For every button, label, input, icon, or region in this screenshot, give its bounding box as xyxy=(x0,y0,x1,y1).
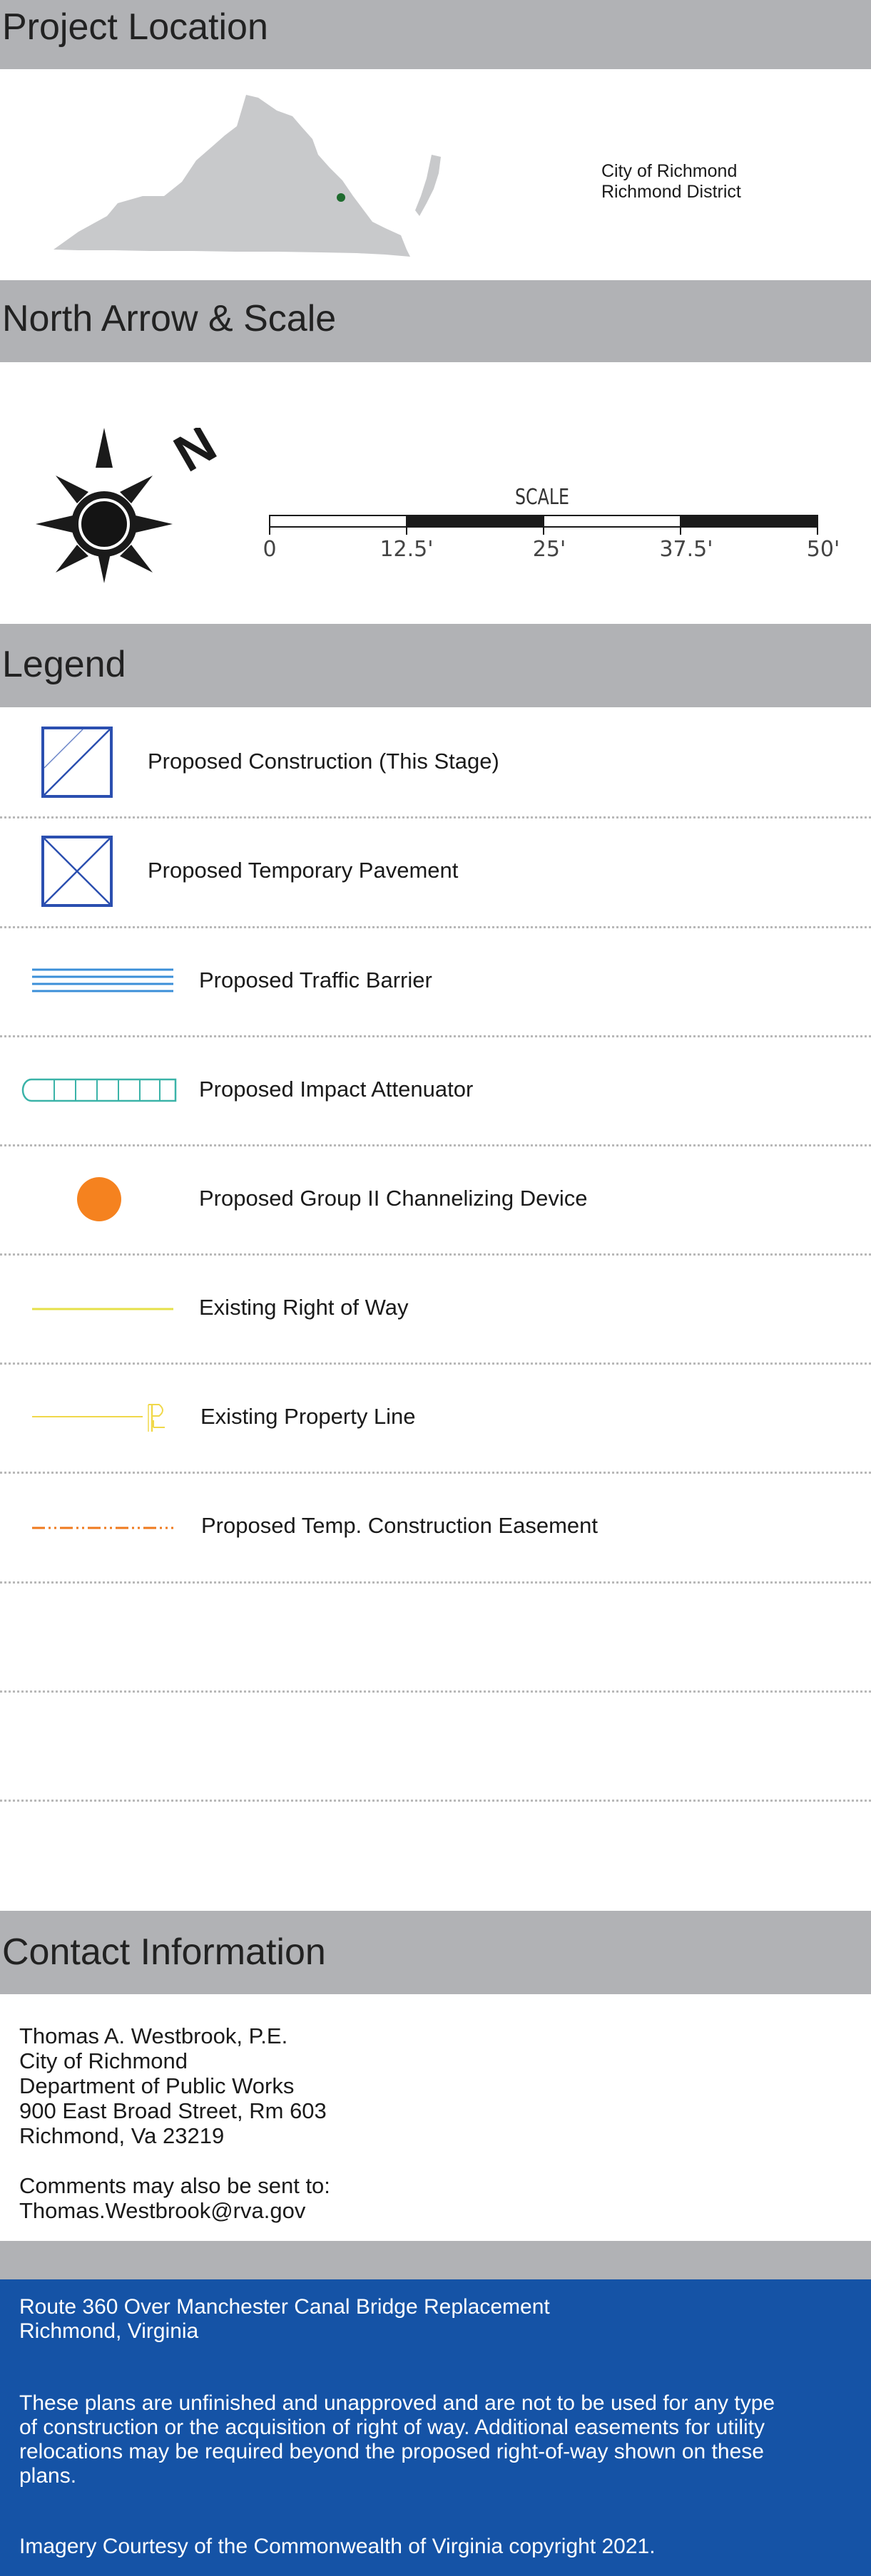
legend-item: Proposed Traffic Barrier xyxy=(0,927,871,1036)
scale-bar: SCALE 0 12.5' 25' 37.5' 50' xyxy=(263,485,840,562)
legend-item: Proposed Temp. Construction Easement xyxy=(0,1472,871,1581)
section-title: Contact Information xyxy=(2,1931,326,1973)
eastern-shore xyxy=(415,155,441,216)
legend-label: Proposed Construction (This Stage) xyxy=(148,749,499,774)
project-title: Route 360 Over Manchester Canal Bridge R… xyxy=(19,2295,550,2319)
legend-divider xyxy=(0,1690,871,1693)
contact-address: 900 East Broad Street, Rm 603 xyxy=(19,2098,327,2123)
contact-email[interactable]: Thomas.Westbrook@rva.gov xyxy=(19,2198,330,2223)
legend-label: Proposed Temp. Construction Easement xyxy=(201,1513,599,1538)
legend-item: Proposed Impact Attenuator xyxy=(0,1036,871,1145)
legend-item: Proposed Temporary Pavement xyxy=(0,817,871,926)
contact-dept: Department of Public Works xyxy=(19,2073,295,2098)
disclaimer-line: These plans are unfinished and unapprove… xyxy=(19,2391,775,2415)
disclaimer-line: plans. xyxy=(19,2464,77,2488)
location-district: Richmond District xyxy=(601,182,741,202)
legend-label: Proposed Impact Attenuator xyxy=(199,1077,474,1102)
legend-item: Existing Right of Way xyxy=(0,1254,871,1363)
legend-item: Proposed Construction (This Stage) xyxy=(0,707,871,816)
legend-divider xyxy=(0,1800,871,1802)
north-arrow-scale-header: North Arrow & Scale xyxy=(0,280,871,362)
legend-item: Existing Property Line xyxy=(0,1363,871,1472)
scale-tick-2: 25' xyxy=(533,537,566,562)
scale-tick-1: 12.5' xyxy=(380,537,433,562)
legend-divider xyxy=(0,1581,871,1584)
scale-segment-1 xyxy=(269,515,407,528)
footer-divider-band xyxy=(0,2241,871,2279)
section-title: North Arrow & Scale xyxy=(2,298,337,339)
location-text: City of Richmond Richmond District xyxy=(601,161,741,202)
virginia-map xyxy=(54,95,441,257)
section-title: Legend xyxy=(2,644,126,685)
location-city: City of Richmond xyxy=(601,161,738,181)
scale-tick-0: 0 xyxy=(263,537,276,562)
scale-tick-4: 50' xyxy=(807,537,840,562)
hatched-square-icon xyxy=(41,727,113,798)
imagery-credit: Imagery Courtesy of the Commonwealth of … xyxy=(19,2535,656,2558)
contact-city: Richmond, Va 23219 xyxy=(19,2123,225,2148)
contact-comments: Comments may also be sent to: xyxy=(19,2173,330,2198)
scale-title: SCALE xyxy=(515,485,569,510)
legend-label: Existing Property Line xyxy=(200,1404,416,1429)
contact-org: City of Richmond xyxy=(19,2048,188,2073)
disclaimer-line: of construction or the acquisition of ri… xyxy=(19,2416,765,2439)
property-line-icon xyxy=(32,1404,165,1432)
crossed-square-icon xyxy=(41,836,113,907)
legend-label: Proposed Group II Channelizing Device xyxy=(199,1186,588,1211)
richmond-marker xyxy=(337,193,345,202)
contact-name: Thomas A. Westbrook, P.E. xyxy=(19,2023,288,2048)
north-letter: N xyxy=(165,428,221,483)
legend-label: Proposed Traffic Barrier xyxy=(199,968,432,992)
contact-block: Thomas A. Westbrook, P.E. City of Richmo… xyxy=(19,2023,330,2223)
orange-dot-icon xyxy=(77,1177,121,1221)
north-arrow-icon: N xyxy=(36,428,221,583)
footer: Route 360 Over Manchester Canal Bridge R… xyxy=(0,2279,871,2576)
scale-tick-3: 37.5' xyxy=(659,537,713,562)
scale-segment-4 xyxy=(680,515,818,528)
easement-line-icon xyxy=(32,1526,173,1529)
contact-information-header: Contact Information xyxy=(0,1911,871,1994)
legend-item: Proposed Group II Channelizing Device xyxy=(0,1145,871,1254)
scale-segment-2 xyxy=(406,515,544,528)
legend-header: Legend xyxy=(0,624,871,707)
legend-label: Existing Right of Way xyxy=(199,1295,409,1320)
legend-label: Proposed Temporary Pavement xyxy=(148,858,459,883)
project-location: Richmond, Virginia xyxy=(19,2319,199,2343)
scale-segment-3 xyxy=(543,515,681,528)
right-of-way-line-icon xyxy=(32,1308,173,1310)
project-location-header: Project Location xyxy=(0,0,871,69)
impact-attenuator-icon xyxy=(21,1078,177,1102)
section-title: Project Location xyxy=(2,6,268,48)
traffic-barrier-icon xyxy=(32,968,173,992)
disclaimer-line: relocations may be required beyond the p… xyxy=(19,2440,764,2463)
virginia-outline xyxy=(54,95,410,257)
